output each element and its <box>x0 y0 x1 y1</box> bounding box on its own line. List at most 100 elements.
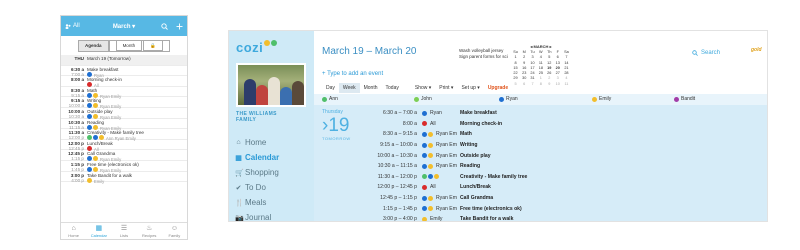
person-dot <box>422 121 427 127</box>
event-row[interactable]: 9:15 a – 10:00 a Ryan Em Writing <box>366 140 527 151</box>
sidebar-item-meals[interactable]: 🍴 Meals <box>235 195 279 210</box>
sidebar-item-home[interactable]: ⌂ Home <box>235 135 279 150</box>
agenda-row[interactable]: 1:15 p 1:45 p Free time (electronics ok) Ry… <box>61 161 187 173</box>
event-row[interactable]: 8:00 a All Morning check-in <box>366 119 527 130</box>
agenda-row[interactable]: 12:00 p 12:45 p Lunch/Break All <box>61 140 187 152</box>
sidebar-item-to-do[interactable]: ✔ To Do <box>235 180 279 195</box>
person-dot <box>428 153 433 159</box>
agenda-time: 8:00 a <box>65 76 87 82</box>
note-line: Sign parent forms for sci <box>459 54 508 59</box>
sidebar-item-label: Meals <box>245 198 267 207</box>
bottom-nav-home[interactable]: ⌂ Home <box>61 223 86 239</box>
agenda-row[interactable]: 8:00 a Morning check-in All <box>61 76 187 88</box>
day-number: ›19 <box>322 115 350 136</box>
agenda-row[interactable]: 11:30 a 12:00 p Creativity - Make family t… <box>61 129 187 141</box>
agenda-row[interactable]: 10:00 a 10:30 a Outside play Ryan Emily <box>61 108 187 120</box>
agenda-time: 11:30 a 12:00 p <box>65 129 87 140</box>
event-who-label: Ryan Em <box>436 142 457 149</box>
next-month-icon[interactable]: ▸ <box>550 44 552 49</box>
person-ann[interactable]: Ann <box>322 96 338 102</box>
all-filter[interactable]: All <box>65 23 80 29</box>
event-who: Ryan Em <box>422 206 460 212</box>
mini-calendar-day[interactable]: 5 <box>511 82 520 87</box>
search-icon[interactable] <box>161 22 168 30</box>
tab-today[interactable]: Today <box>382 83 403 93</box>
event-row[interactable]: 6:30 a – 7:00 a Ryan Make breakfast <box>366 108 527 119</box>
family-photo[interactable] <box>236 63 306 107</box>
agenda-toggle[interactable]: Agenda <box>78 40 109 52</box>
add-icon[interactable] <box>176 23 183 30</box>
event-row[interactable]: 12:00 p – 12:45 p All Lunch/Break <box>366 182 527 193</box>
event-row[interactable]: 3:00 p – 4:00 p Emily Take Bandit for a wa… <box>366 214 527 221</box>
event-who: Ryan Em <box>422 131 460 137</box>
agenda-content: Take Bandit for a walk Emily <box>87 172 183 184</box>
person-dot <box>422 184 427 190</box>
person-john[interactable]: John <box>414 96 432 102</box>
agenda-row[interactable]: 8:30 a 9:15 a Math Ryan Emily <box>61 87 187 99</box>
event-row[interactable]: 11:30 a – 12:00 p Creativity - Make famil… <box>366 172 528 183</box>
sidebar-item-journal[interactable]: 📷 Journal <box>235 210 279 221</box>
event-time: 9:15 a – 10:00 a <box>380 142 417 149</box>
bottom-nav-recipes[interactable]: ♨ Recipes <box>137 223 162 239</box>
tab-month[interactable]: Month <box>360 83 382 93</box>
agenda-row[interactable]: 3:00 p 4:00 p Take Bandit for a walk Emily <box>61 172 187 184</box>
mini-calendar-week: 5 6 7 8 9 10 11 <box>511 82 571 87</box>
calendar-icon: ▦ <box>235 154 242 162</box>
event-row[interactable]: 10:30 a – 11:15 a Ryan Em Reading <box>366 161 527 172</box>
sidebar-nav: ⌂ Home ▦ Calendar 🛒 Shopping ✔ To Do 🍴 Meals 📷 Jour… <box>235 135 279 221</box>
cozi-logo[interactable]: cozi <box>236 40 278 55</box>
event-time: 12:00 p – 12:45 p <box>377 184 417 191</box>
agenda-row[interactable]: 10:30 a 11:15 a Reading Ryan Emily <box>61 119 187 131</box>
menu-setup[interactable]: Set up ▾ <box>457 83 483 93</box>
mini-calendar-day[interactable]: 11 <box>562 82 571 87</box>
menu-show[interactable]: Show ▾ <box>411 83 435 93</box>
sidebar-item-calendar[interactable]: ▦ Calendar <box>235 150 279 165</box>
menu-print[interactable]: Print ▾ <box>435 83 457 93</box>
agenda-time: 8:30 a 9:15 a <box>65 87 87 98</box>
bottom-nav: ⌂ Home ▦ Calendar ☰ Lists ♨ Recipes ☺ Family <box>61 222 187 239</box>
event-title: Reading <box>460 163 481 170</box>
tab-day[interactable]: Day <box>322 83 339 93</box>
agenda-time: 10:30 a 11:15 a <box>65 119 87 130</box>
mini-calendar-day[interactable]: 9 <box>545 82 554 87</box>
bottom-nav-lists[interactable]: ☰ Lists <box>111 223 136 239</box>
prev-month-icon[interactable]: ◂ <box>530 44 532 49</box>
event-time: 10:30 a – 11:15 a <box>377 163 417 170</box>
person-emily[interactable]: Emily <box>592 96 611 102</box>
event-who: Ryan Em <box>422 153 460 159</box>
person-ryan[interactable]: Ryan <box>499 96 518 102</box>
mini-calendar-day[interactable]: 6 <box>520 82 528 87</box>
event-time: 6:30 a – 7:00 a <box>383 110 417 117</box>
bottom-nav-calendar[interactable]: ▦ Calendar <box>86 223 111 239</box>
event-who: Ryan Em <box>422 195 460 201</box>
person-name: John <box>421 96 432 102</box>
agenda-time: 6:30 a 7:00 a <box>65 66 87 77</box>
gold-badge[interactable]: gold <box>751 47 762 53</box>
mini-calendar-day[interactable]: 7 <box>528 82 536 87</box>
person-name: Ann <box>329 96 338 102</box>
event-row[interactable]: 1:15 p – 1:45 p Ryan Em Free time (electro… <box>366 203 527 214</box>
month-toggle[interactable]: Month 🔒 <box>108 40 170 52</box>
sticky-notes[interactable]: Wash volleyball jersey Sign parent forms … <box>459 48 508 60</box>
event-row[interactable]: 10:00 a – 10:30 a Ryan Em Outside play <box>366 150 527 161</box>
person-dot <box>428 174 433 180</box>
person-dot <box>422 195 427 201</box>
agenda-row[interactable]: 6:30 a 7:00 a Make breakfast Ryan <box>61 66 187 78</box>
mini-calendar-day[interactable]: 10 <box>554 82 562 87</box>
agenda-row[interactable]: 9:15 a 10:00 a Writing Ryan Emily <box>61 97 187 109</box>
add-event-input[interactable]: + Type to add an event <box>322 71 383 77</box>
agenda-row[interactable]: 12:45 p 1:15 p Call Grandma Ryan Emily <box>61 150 187 162</box>
bottom-nav-family[interactable]: ☺ Family <box>162 223 187 239</box>
date-header-day: THU <box>74 56 84 61</box>
upgrade-link[interactable]: Upgrade <box>484 83 512 93</box>
person-dot <box>422 142 427 148</box>
event-row[interactable]: 8:30 a – 9:15 a Ryan Em Math <box>366 129 527 140</box>
house-icon: ⌂ <box>236 139 241 146</box>
mini-calendar-day[interactable]: 8 <box>537 82 545 87</box>
sidebar-item-shopping[interactable]: 🛒 Shopping <box>235 165 279 180</box>
search-box[interactable]: Search <box>692 50 720 56</box>
person-bandit[interactable]: Bandit <box>674 96 695 102</box>
search-label: Search <box>701 50 721 56</box>
tab-week[interactable]: Week <box>338 83 360 93</box>
event-row[interactable]: 12:45 p – 1:15 p Ryan Em Call Grandma <box>366 193 527 204</box>
